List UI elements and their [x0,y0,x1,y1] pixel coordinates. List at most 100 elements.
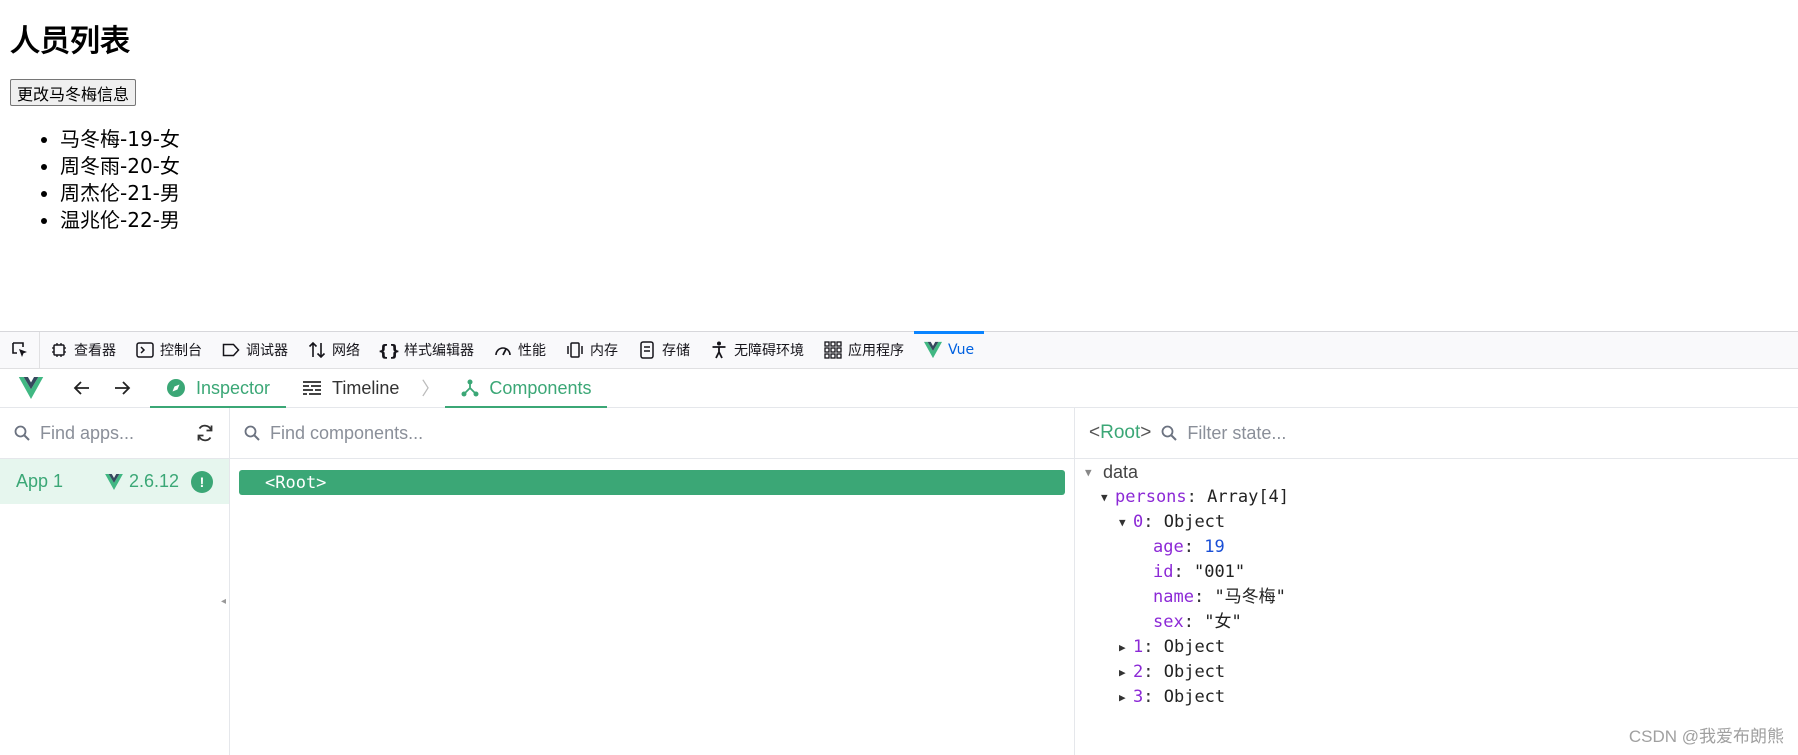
vue-logo-icon [18,377,44,399]
tab-timeline[interactable]: Timeline [286,369,415,407]
network-icon [308,341,326,359]
devtools-tab-label: 控制台 [160,343,202,359]
page-content: 人员列表 更改马冬梅信息 马冬梅-19-女 周冬雨-20-女 周杰伦-21-男 … [0,0,1798,331]
app-list-item[interactable]: App 1 2.6.12 ! [0,459,229,504]
components-pane: <Root> [230,408,1075,755]
app-version-text: 2.6.12 [128,471,179,491]
vue-logo-icon [924,341,942,359]
selected-component-name: <Root> [1089,422,1152,443]
state-field-id[interactable]: id: "001" [1075,560,1798,585]
state-row-item-0[interactable]: ▼ 0: Object [1075,510,1798,535]
element-picker-button[interactable] [0,332,40,368]
watermark: CSDN @我爱布朗熊 [1628,727,1784,746]
application-icon [824,341,842,359]
state-header: <Root> [1075,408,1798,459]
tab-inspector[interactable]: Inspector [150,369,287,408]
state-row-persons[interactable]: ▼ persons: Array[4] [1075,485,1798,510]
devtools-tab-label: 样式编辑器 [404,343,474,359]
state-field-name[interactable]: name: "马冬梅" [1075,585,1798,610]
devtools-tab-application[interactable]: 应用程序 [814,332,914,368]
components-tree-icon [461,379,479,397]
search-icon [244,425,260,441]
performance-icon [494,341,512,359]
app-version: 2.6.12 [105,471,179,492]
tab-timeline-label: Timeline [332,377,400,398]
tab-components[interactable]: Components [445,369,608,408]
person-list-item: 温兆伦-22-男 [60,207,180,234]
collapse-pane-icon[interactable]: ◂ [221,596,226,607]
component-tree-root[interactable]: <Root> [239,470,1065,495]
breadcrumb-separator-icon: 〉 [421,379,440,399]
person-list-item: 马冬梅-19-女 [60,126,180,153]
devtools-tab-accessibility[interactable]: 无障碍环境 [700,332,814,368]
tab-components-label: Components [489,377,592,398]
components-search-input[interactable] [270,422,1060,444]
state-filter-input[interactable] [1187,422,1784,444]
tab-inspector-label: Inspector [196,377,271,398]
devtools-tab-vue[interactable]: Vue [914,331,985,368]
back-button[interactable] [62,380,102,396]
app-name: App 1 [16,471,64,491]
arrow-right-icon [115,381,131,395]
devtools-tab-label: 性能 [518,343,546,359]
state-row-item-1[interactable]: ▶ 1: Object [1075,635,1798,660]
expand-triangle-icon: ▼ [1101,491,1108,504]
style-editor-icon: {} [377,340,401,360]
collapse-triangle-icon: ▶ [1119,691,1126,704]
devtools-tab-label: 存储 [662,343,690,359]
devtools-tab-debugger[interactable]: 调试器 [212,332,298,368]
debugger-icon [222,341,240,359]
devtools-tab-label: 无障碍环境 [734,343,804,359]
change-info-button[interactable]: 更改马冬梅信息 [10,79,137,106]
compass-icon [167,379,185,397]
devtools-tab-label: 应用程序 [848,343,904,359]
devtools-tab-label: 网络 [332,343,360,359]
components-search-row [230,408,1074,459]
timeline-icon [303,381,322,395]
expand-triangle-icon: ▼ [1119,516,1126,529]
vue-logo [0,377,62,399]
memory-icon [566,341,584,359]
devtools-tab-console[interactable]: 控制台 [126,332,212,368]
devtools-tab-label: 查看器 [74,343,116,359]
search-icon [14,425,30,441]
devtools-tab-label: 调试器 [246,343,288,359]
state-section-data[interactable]: ▼ data [1075,460,1798,485]
forward-button[interactable] [102,380,142,396]
state-row-item-3[interactable]: ▶ 3: Object [1075,685,1798,710]
state-field-age[interactable]: age: 19 [1075,535,1798,560]
console-icon [136,341,154,359]
apps-pane: App 1 2.6.12 ! ◂ [0,408,230,755]
vue-devtools-header: Inspector Timeline 〉 Components [0,369,1798,408]
apps-search-row [0,408,229,459]
person-list-item: 周杰伦-21-男 [60,180,180,207]
devtools-tab-storage[interactable]: 存储 [628,332,700,368]
person-list-item: 周冬雨-20-女 [60,153,180,180]
refresh-icon[interactable] [195,423,215,443]
devtools-tab-label: Vue [948,342,975,358]
collapse-triangle-icon: ▶ [1119,666,1126,679]
page-title: 人员列表 [10,24,130,59]
state-row-item-2[interactable]: ▶ 2: Object [1075,660,1798,685]
apps-search-input[interactable] [40,422,185,444]
arrow-left-icon [73,381,89,395]
state-field-sex[interactable]: sex: "女" [1075,610,1798,635]
devtools-tab-style-editor[interactable]: {} 样式编辑器 [370,332,484,368]
devtools-tab-inspector[interactable]: 查看器 [40,332,126,368]
collapse-triangle-icon: ▶ [1119,641,1126,654]
person-list: 马冬梅-19-女 周冬雨-20-女 周杰伦-21-男 温兆伦-22-男 [60,126,180,234]
devtools-tab-network[interactable]: 网络 [298,332,370,368]
expand-triangle-icon: ▼ [1085,466,1092,479]
devtools-toolbar: 查看器 控制台 调试器 网络 {} 样式编辑器 性能 内存 存储 无障碍环境 应… [0,331,1798,369]
search-icon [1161,425,1178,441]
state-tree: ▼ data ▼ persons: Array[4] ▼ 0: Object a… [1075,459,1798,710]
inspector-icon [50,341,68,359]
warning-icon[interactable]: ! [191,470,213,493]
devtools-tab-memory[interactable]: 内存 [556,332,628,368]
devtools-tab-label: 内存 [590,343,618,359]
accessibility-icon [710,341,728,359]
devtools-tab-performance[interactable]: 性能 [484,332,556,368]
element-picker-icon [11,342,27,357]
storage-icon [638,341,656,359]
state-pane: <Root> ▼ data ▼ persons: Array[4] ▼ 0: O… [1075,408,1798,755]
